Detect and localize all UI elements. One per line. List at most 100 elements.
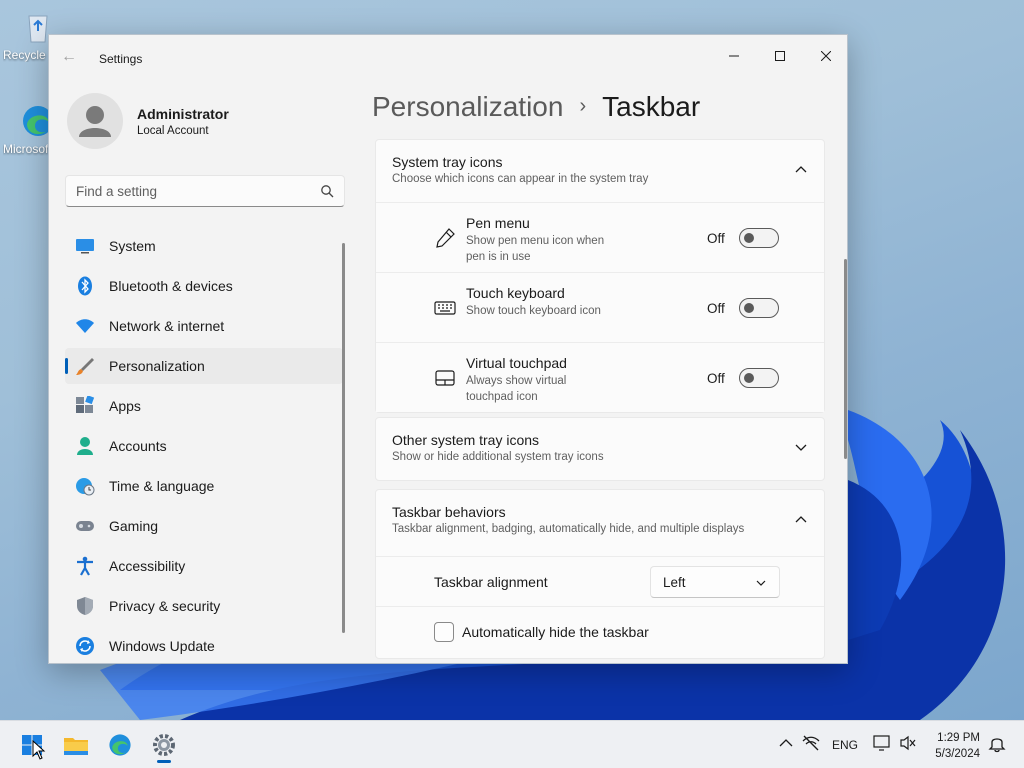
person-icon (75, 436, 95, 456)
system-tray-icons-header[interactable]: System tray icons Choose which icons can… (376, 140, 824, 202)
maximize-button[interactable] (757, 41, 803, 71)
sidebar-item-personalization[interactable]: Personalization (65, 348, 343, 384)
auto-hide-label[interactable]: Automatically hide the taskbar (462, 624, 649, 640)
card-title: Other system tray icons (392, 432, 540, 448)
pen-icon (436, 228, 455, 248)
touchpad-icon (435, 370, 455, 386)
touch-keyboard-toggle[interactable] (739, 298, 779, 318)
search-box (65, 175, 345, 207)
globe-clock-icon (75, 476, 95, 496)
back-button[interactable]: ← (61, 49, 81, 65)
close-button[interactable] (803, 41, 847, 71)
minimize-button[interactable] (711, 41, 757, 71)
sidebar-item-windows-update[interactable]: Windows Update (65, 628, 343, 663)
taskbar-alignment-label: Taskbar alignment (434, 574, 548, 590)
window-title: Settings (99, 52, 143, 66)
close-icon (821, 51, 831, 61)
card-description: Choose which icons can appear in the sys… (392, 173, 649, 185)
shield-icon (75, 596, 95, 616)
search-input[interactable] (66, 176, 306, 206)
speaker-muted-icon (900, 735, 916, 751)
sidebar-item-system[interactable]: System (65, 228, 343, 264)
other-system-tray-icons-header[interactable]: Other system tray icons Show or hide add… (376, 418, 824, 480)
edge-button[interactable] (102, 727, 138, 763)
edge-icon (109, 734, 131, 756)
wifi-icon (75, 316, 95, 336)
pen-menu-row: Pen menu Show pen menu icon when pen is … (376, 202, 824, 272)
auto-hide-checkbox[interactable] (434, 622, 454, 642)
notifications-button[interactable] (988, 735, 1006, 756)
sidebar-item-label: Windows Update (109, 638, 215, 654)
touch-keyboard-row: Touch keyboard Show touch keyboard icon … (376, 272, 824, 342)
setting-description: Always show virtual touchpad icon (466, 375, 567, 403)
avatar[interactable] (67, 93, 123, 149)
taskbar-behaviors-card: Taskbar behaviors Taskbar alignment, bad… (375, 489, 825, 659)
sidebar-item-network[interactable]: Network & internet (65, 308, 343, 344)
update-icon (75, 636, 95, 656)
clock-time: 1:29 PM (937, 732, 980, 744)
sidebar-item-label: Accessibility (109, 558, 186, 574)
profile-account-type: Local Account (137, 125, 209, 137)
other-system-tray-icons-card[interactable]: Other system tray icons Show or hide add… (375, 417, 825, 481)
content-pane: System tray icons Choose which icons can… (375, 139, 825, 663)
bluetooth-icon (75, 276, 95, 296)
clock-date: 5/3/2024 (935, 748, 980, 760)
notification-bell-icon (988, 738, 1006, 753)
sidebar-scrollbar[interactable] (342, 243, 345, 633)
sidebar-item-privacy[interactable]: Privacy & security (65, 588, 343, 624)
breadcrumb: Personalization › Taskbar (372, 91, 700, 123)
monitor-icon (873, 735, 890, 751)
content-scrollbar[interactable] (844, 259, 847, 459)
sidebar-item-accounts[interactable]: Accounts (65, 428, 343, 464)
card-title: Taskbar behaviors (392, 504, 506, 520)
breadcrumb-separator: › (579, 95, 587, 117)
chevron-down-icon (795, 444, 807, 451)
no-network-icon (802, 735, 820, 751)
pen-menu-toggle[interactable] (739, 228, 779, 248)
network-status-button[interactable] (802, 735, 820, 754)
toggle-knob (744, 373, 754, 383)
sidebar-item-label: System (109, 238, 156, 254)
setting-description: Show touch keyboard icon (466, 305, 601, 317)
display-button[interactable] (873, 735, 891, 754)
sidebar-item-gaming[interactable]: Gaming (65, 508, 343, 544)
input-language-indicator[interactable]: ENG (832, 738, 858, 752)
toggle-state-label: Off (707, 231, 725, 246)
clock[interactable]: 1:29 PM 5/3/2024 (935, 730, 980, 762)
page-title: Taskbar (602, 91, 701, 122)
sidebar-item-time-language[interactable]: Time & language (65, 468, 343, 504)
search-icon[interactable] (320, 184, 334, 198)
virtual-touchpad-row: Virtual touchpad Always show virtual tou… (376, 342, 824, 412)
sidebar-item-bluetooth[interactable]: Bluetooth & devices (65, 268, 343, 304)
desktop-icon-label: Recycle Bin (3, 48, 49, 62)
desktop-icon-label: Microsoft Edge (3, 142, 49, 156)
apps-icon (75, 396, 95, 416)
show-hidden-icons-button[interactable] (779, 737, 793, 751)
chevron-up-icon (779, 739, 793, 747)
card-description: Taskbar alignment, badging, automaticall… (392, 523, 745, 535)
taskbar-alignment-dropdown[interactable]: Left (650, 566, 780, 598)
taskbar-behaviors-header[interactable]: Taskbar behaviors Taskbar alignment, bad… (376, 490, 824, 556)
monitor-icon (75, 236, 95, 256)
chevron-up-icon (795, 166, 807, 173)
auto-hide-row: Automatically hide the taskbar (376, 606, 824, 658)
sidebar-item-label: Gaming (109, 518, 159, 534)
sidebar-item-label: Privacy & security (109, 598, 221, 614)
setting-title: Touch keyboard (466, 285, 565, 301)
file-explorer-button[interactable] (58, 727, 94, 763)
virtual-touchpad-toggle[interactable] (739, 368, 779, 388)
sidebar-item-apps[interactable]: Apps (65, 388, 343, 424)
volume-button[interactable] (899, 735, 917, 754)
settings-icon (153, 734, 175, 756)
toggle-state-label: Off (707, 301, 725, 316)
settings-taskbar-button[interactable] (146, 727, 182, 763)
system-tray-icons-card: System tray icons Choose which icons can… (375, 139, 825, 413)
sidebar-item-label: Personalization (109, 358, 205, 374)
title-bar: ← Settings (49, 35, 847, 79)
sidebar-item-accessibility[interactable]: Accessibility (65, 548, 343, 584)
toggle-knob (744, 303, 754, 313)
setting-description: Show pen menu icon when pen is in use (466, 235, 605, 263)
sidebar-item-label: Network & internet (109, 318, 225, 334)
breadcrumb-parent[interactable]: Personalization (372, 91, 563, 122)
sidebar-item-label: Apps (109, 398, 141, 414)
